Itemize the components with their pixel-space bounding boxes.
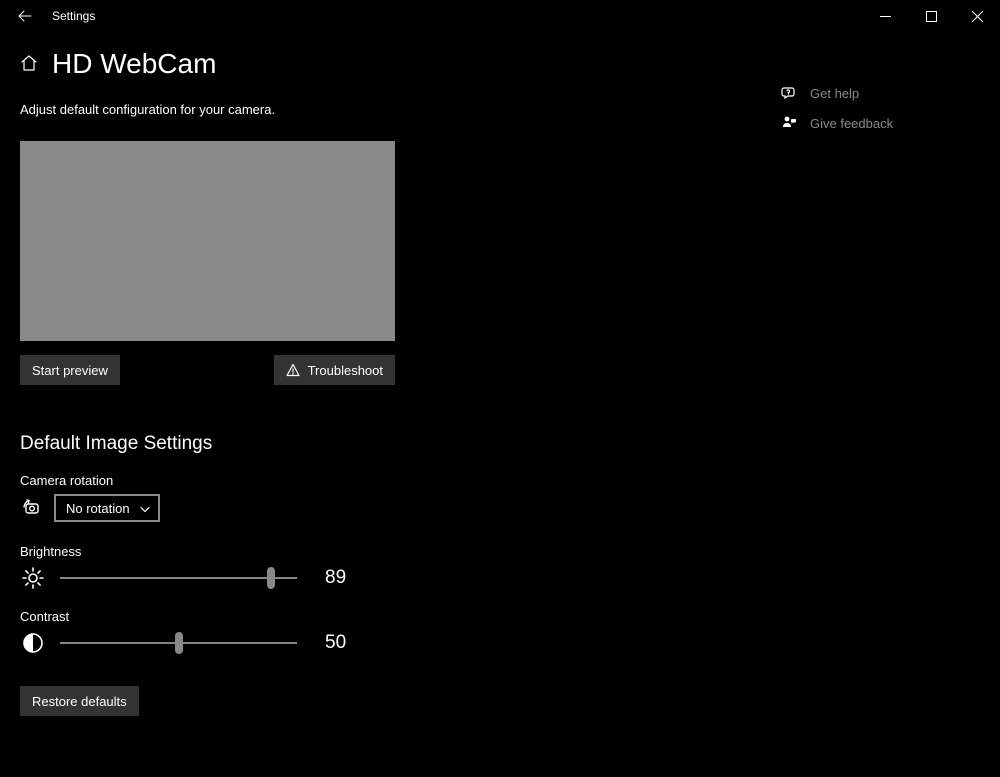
help-icon bbox=[780, 84, 798, 102]
maximize-button[interactable] bbox=[908, 0, 954, 32]
section-heading: Default Image Settings bbox=[20, 433, 740, 455]
camera-rotation-label: Camera rotation bbox=[20, 473, 740, 488]
restore-defaults-button[interactable]: Restore defaults bbox=[20, 686, 139, 716]
feedback-icon bbox=[780, 114, 798, 132]
contrast-slider-thumb[interactable] bbox=[175, 632, 183, 654]
back-button[interactable] bbox=[8, 0, 42, 32]
camera-preview-area bbox=[20, 141, 395, 341]
brightness-label: Brightness bbox=[20, 544, 740, 559]
get-help-link[interactable]: Get help bbox=[780, 84, 980, 102]
start-preview-button[interactable]: Start preview bbox=[20, 355, 120, 385]
troubleshoot-label: Troubleshoot bbox=[308, 363, 383, 378]
slider-track bbox=[60, 577, 297, 579]
restore-defaults-label: Restore defaults bbox=[32, 694, 127, 709]
minimize-button[interactable] bbox=[862, 0, 908, 32]
start-preview-label: Start preview bbox=[32, 363, 108, 378]
page-title: HD WebCam bbox=[52, 48, 216, 80]
brightness-slider-thumb[interactable] bbox=[267, 567, 275, 589]
contrast-icon bbox=[20, 630, 46, 656]
contrast-value: 50 bbox=[325, 632, 365, 654]
brightness-value: 89 bbox=[325, 567, 365, 589]
home-icon[interactable] bbox=[20, 54, 38, 75]
close-button[interactable] bbox=[954, 0, 1000, 32]
troubleshoot-button[interactable]: Troubleshoot bbox=[274, 355, 395, 385]
brightness-icon bbox=[20, 565, 46, 591]
contrast-label: Contrast bbox=[20, 609, 740, 624]
titlebar: Settings bbox=[0, 0, 1000, 32]
give-feedback-link[interactable]: Give feedback bbox=[780, 114, 980, 132]
page-header: HD WebCam bbox=[20, 48, 740, 80]
chevron-down-icon bbox=[140, 501, 150, 516]
give-feedback-label: Give feedback bbox=[810, 116, 893, 131]
maximize-icon bbox=[926, 11, 937, 22]
close-icon bbox=[972, 11, 983, 22]
back-arrow-icon bbox=[18, 9, 32, 23]
rotation-select-value: No rotation bbox=[66, 501, 130, 516]
rotation-icon bbox=[20, 496, 44, 520]
description-text: Adjust default configuration for your ca… bbox=[20, 102, 740, 117]
contrast-slider[interactable] bbox=[60, 631, 297, 655]
get-help-label: Get help bbox=[810, 86, 859, 101]
brightness-slider[interactable] bbox=[60, 566, 297, 590]
app-title: Settings bbox=[42, 9, 95, 23]
rotation-select[interactable]: No rotation bbox=[54, 494, 160, 522]
warning-icon bbox=[286, 363, 300, 377]
minimize-icon bbox=[880, 11, 891, 22]
